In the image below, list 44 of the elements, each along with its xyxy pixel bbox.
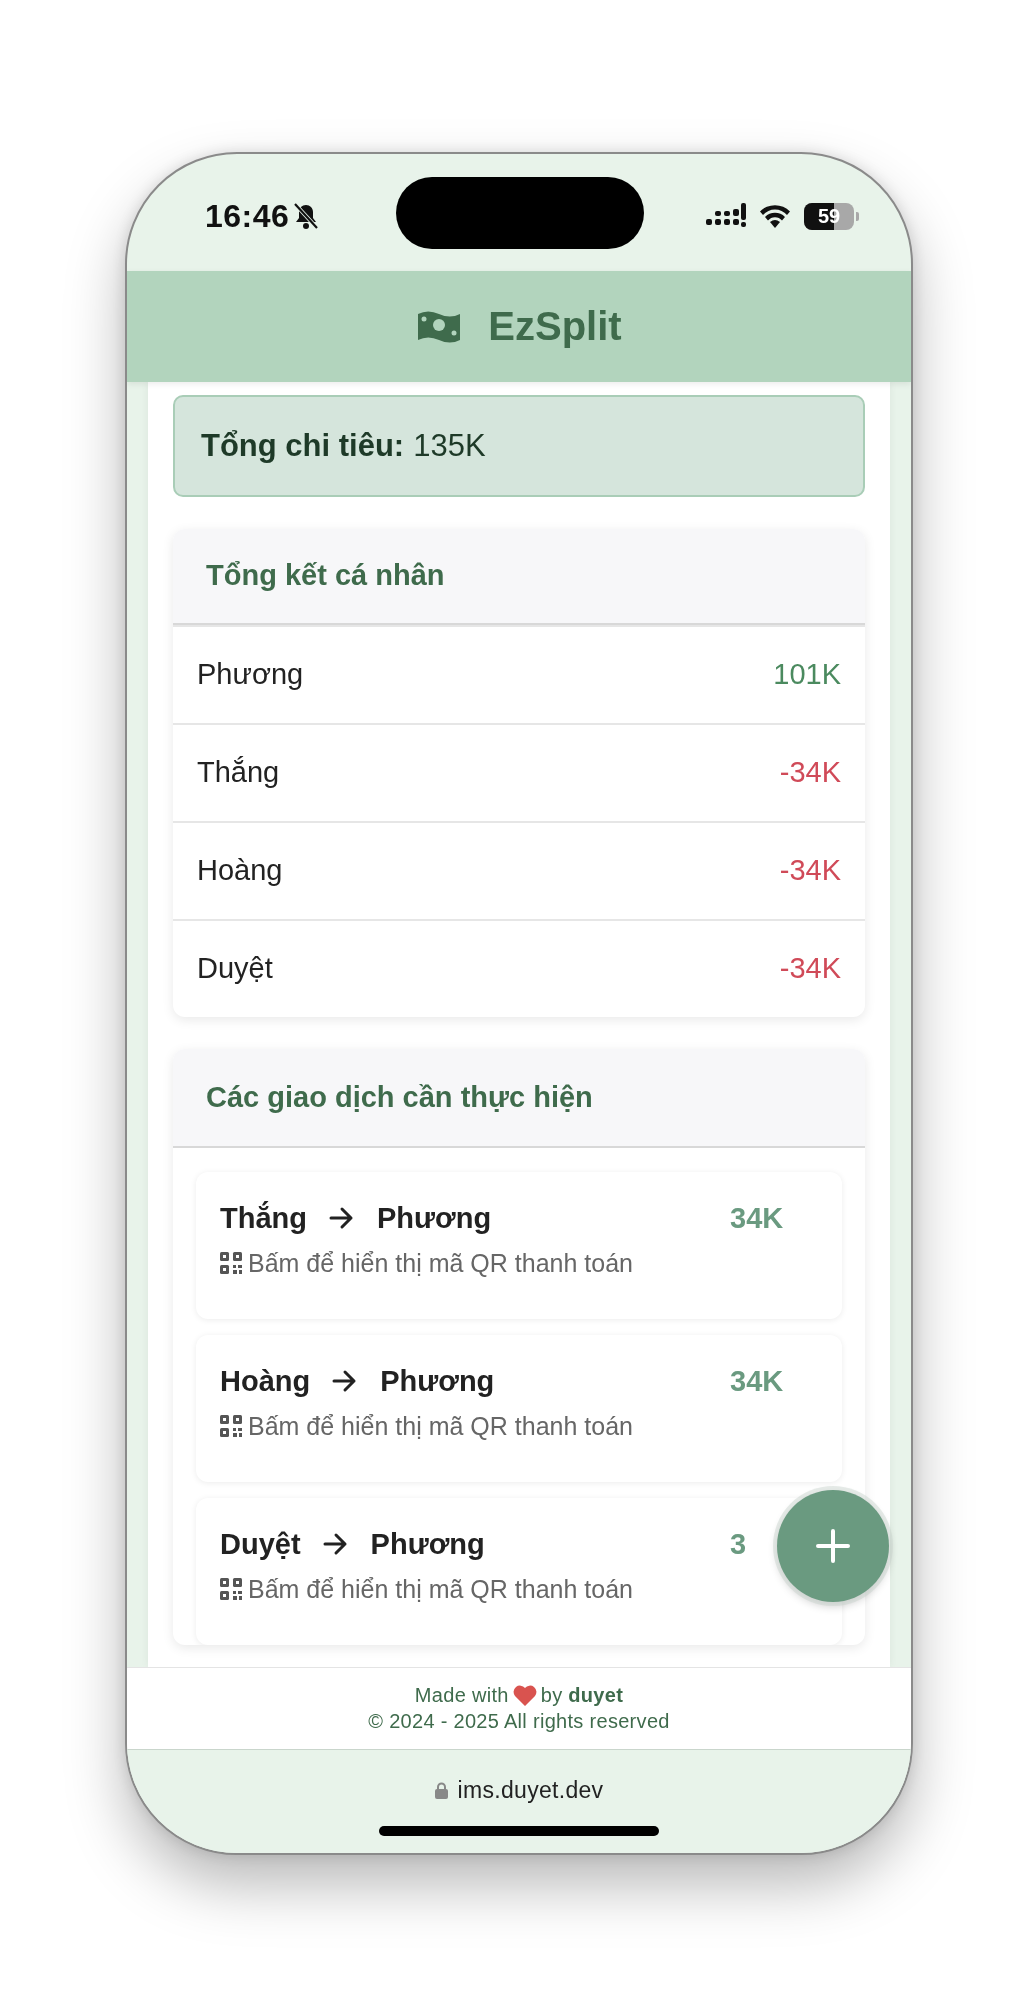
qr-code-icon bbox=[220, 1252, 242, 1275]
payer-name: Thắng bbox=[220, 1201, 307, 1235]
arrow-icon bbox=[322, 1532, 349, 1557]
card-title: Các giao dịch cần thực hiện bbox=[206, 1080, 593, 1114]
transaction-item[interactable]: Hoàng Phương 34K Bấm để hiển thị mã QR thanh toán bbox=[196, 1334, 842, 1482]
plus-icon bbox=[816, 1529, 850, 1563]
author-credit: by duyet bbox=[540, 1683, 624, 1707]
person-name: Thắng bbox=[197, 756, 280, 790]
qr-hint: Bấm để hiển thị mã QR thanh toán bbox=[248, 1248, 633, 1278]
transfer-amount: 3 bbox=[730, 1527, 748, 1561]
transaction-item[interactable]: Thắng Phương 34K Bấm để hiển thị mã QR thanh toán bbox=[196, 1171, 842, 1319]
transfer-amount: 34K bbox=[730, 1364, 785, 1398]
total-value: 135K bbox=[413, 427, 486, 464]
copyright-text: © 2024 - 2025 All rights reserved bbox=[368, 1709, 670, 1733]
balance-amount: 101K bbox=[773, 658, 841, 692]
lock-icon bbox=[434, 1782, 448, 1799]
payer-name: Hoàng bbox=[220, 1364, 311, 1398]
status-time: 16:46 bbox=[205, 197, 290, 235]
balance-amount: -34K bbox=[779, 952, 841, 986]
transfer-amount: 34K bbox=[730, 1201, 785, 1235]
card-title: Tổng kết cá nhân bbox=[206, 559, 445, 593]
transaction-item[interactable]: Duyệt Phương 3 Bấm để hiển thị mã QR thanh toán bbox=[196, 1497, 842, 1645]
made-with-text: Made with bbox=[414, 1683, 509, 1707]
balance-amount: -34K bbox=[779, 756, 841, 790]
balance-amount: -34K bbox=[779, 854, 841, 888]
payee-name: Phương bbox=[380, 1364, 495, 1398]
person-name: Hoàng bbox=[197, 854, 283, 888]
qr-code-icon bbox=[220, 1415, 242, 1438]
person-name: Phương bbox=[197, 658, 304, 692]
arrow-icon bbox=[329, 1206, 355, 1231]
qr-hint: Bấm để hiển thị mã QR thanh toán bbox=[248, 1574, 633, 1604]
payer-name: Duyệt bbox=[220, 1527, 301, 1561]
url-text[interactable]: ims.duyet.dev bbox=[457, 1777, 604, 1804]
heart-icon bbox=[512, 1684, 537, 1706]
app-title: EzSplit bbox=[488, 303, 622, 349]
person-name: Duyệt bbox=[197, 952, 273, 986]
payee-name: Phương bbox=[370, 1527, 485, 1561]
muted-bell-icon bbox=[293, 202, 320, 231]
qr-code-icon bbox=[220, 1578, 242, 1601]
wifi-icon bbox=[758, 203, 792, 230]
payee-name: Phương bbox=[377, 1201, 492, 1235]
qr-hint: Bấm để hiển thị mã QR thanh toán bbox=[248, 1411, 633, 1441]
signal-icon bbox=[706, 203, 746, 230]
total-label: Tổng chi tiêu: bbox=[201, 427, 405, 464]
